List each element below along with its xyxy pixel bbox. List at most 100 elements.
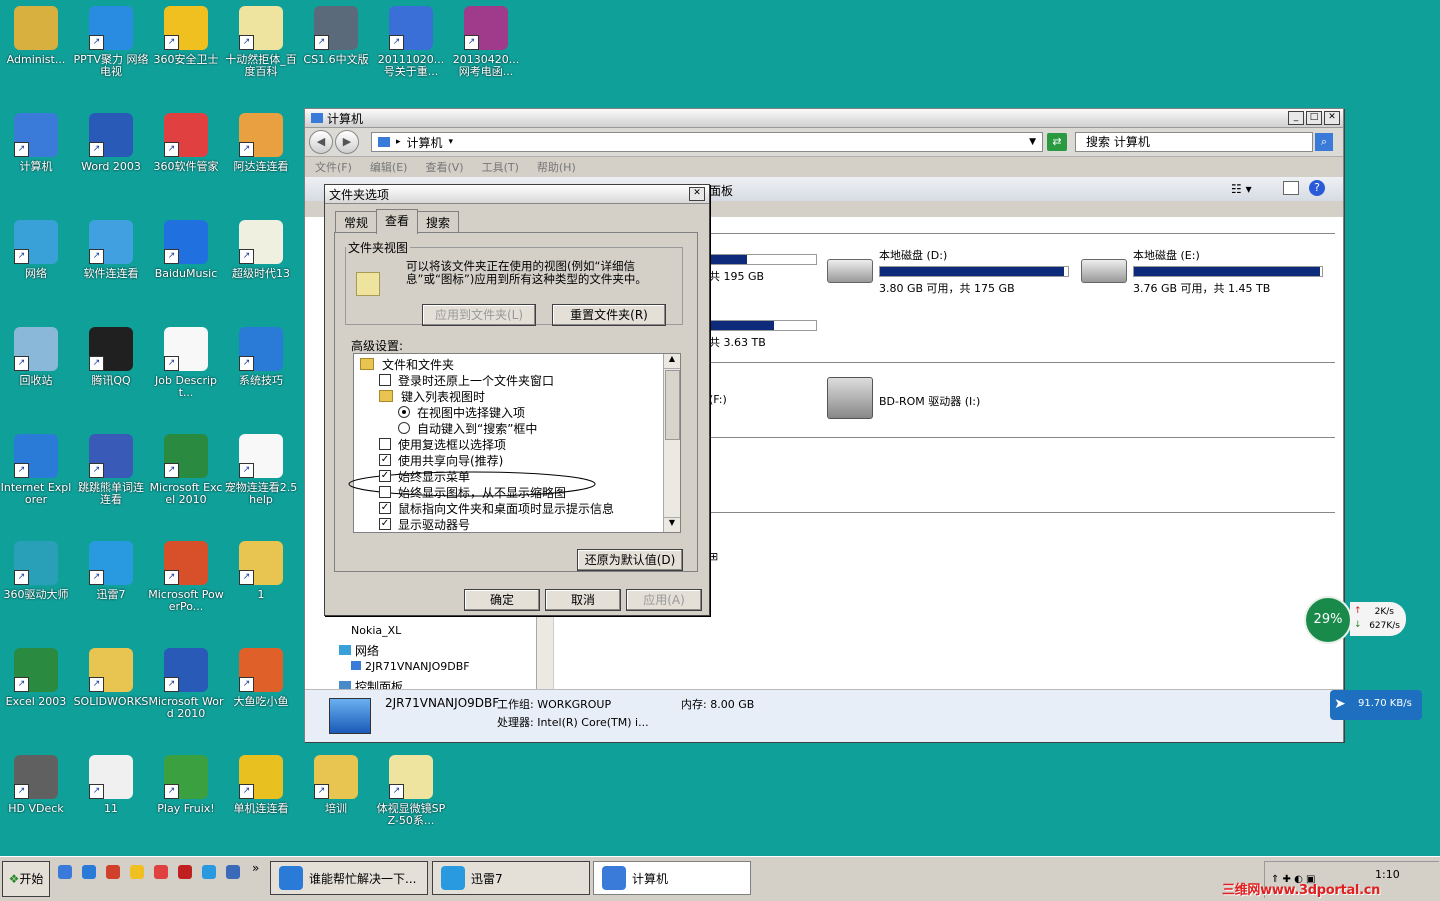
history-dropdown-icon[interactable]: ▼ bbox=[1029, 137, 1036, 147]
dialog-close-button[interactable]: ✕ bbox=[689, 187, 705, 201]
360-safe-icon[interactable] bbox=[130, 865, 144, 879]
checkbox[interactable]: ✓ bbox=[379, 502, 391, 514]
checkbox[interactable] bbox=[379, 374, 391, 386]
360-software-icon[interactable] bbox=[154, 865, 168, 879]
forward-button[interactable]: ▶ bbox=[335, 130, 359, 154]
download-rate-gadget[interactable]: ➤ 91.70 KB/s bbox=[1330, 690, 1422, 720]
calendar-icon[interactable] bbox=[178, 865, 192, 879]
menu-item[interactable]: 查看(V) bbox=[425, 159, 463, 175]
preview-pane-icon[interactable] bbox=[1283, 181, 1299, 195]
cancel-button[interactable]: 取消 bbox=[545, 589, 621, 611]
desktop-icon[interactable]: Administ... bbox=[0, 0, 74, 66]
desktop-icon[interactable]: ↗ Word 2003 bbox=[73, 107, 149, 173]
desktop-icon[interactable]: ↗ HD VDeck bbox=[0, 749, 74, 815]
menu-item[interactable]: 帮助(H) bbox=[537, 159, 576, 175]
quick-launch-overflow[interactable]: » bbox=[252, 861, 259, 875]
menu-item[interactable]: 编辑(E) bbox=[370, 159, 408, 175]
desktop-icon[interactable]: ↗ 体视显微镜SPZ-50系... bbox=[373, 749, 449, 827]
scroll-thumb[interactable] bbox=[665, 370, 680, 440]
desktop-icon[interactable]: ↗ 360驱动大师 bbox=[0, 535, 74, 601]
desktop-icon[interactable]: ↗ PPTV聚力 网络电视 bbox=[73, 0, 149, 78]
desktop-icon[interactable]: ↗ 腾讯QQ bbox=[73, 321, 149, 387]
apply-to-folders-button[interactable]: 应用到文件夹(L) bbox=[422, 304, 536, 326]
advanced-setting-item[interactable]: ✓ 鼠标指向文件夹和桌面项时显示提示信息 bbox=[379, 500, 614, 516]
desktop-icon[interactable]: ↗ 培训 bbox=[298, 749, 374, 815]
advanced-settings-list[interactable]: ▲ ▼ 文件和文件夹 登录时还原上一个文件夹窗口 键入列表视图时 在视图中选择键入项自… bbox=[348, 353, 681, 533]
advanced-setting-item[interactable]: ✓ 使用共享向导(推荐) bbox=[379, 452, 503, 468]
close-button[interactable]: ✕ bbox=[1324, 111, 1340, 125]
browser-icon[interactable] bbox=[202, 865, 216, 879]
nav-scrollbar[interactable] bbox=[536, 613, 553, 689]
desktop-icon[interactable]: ↗ 十动然拒体_百度百科 bbox=[223, 0, 299, 78]
desktop-icon[interactable]: ↗ Microsoft Word 2010 bbox=[148, 642, 224, 720]
show-desktop-icon[interactable] bbox=[58, 865, 72, 879]
desktop-icon[interactable]: ↗ 360安全卫士 bbox=[148, 0, 224, 66]
desktop-icon[interactable]: ↗ Microsoft PowerPo... bbox=[148, 535, 224, 613]
checkbox[interactable] bbox=[379, 438, 391, 450]
desktop-icon[interactable]: ↗ CS1.6中文版 bbox=[298, 0, 374, 66]
tree-item-control-panel[interactable]: 控制面板 bbox=[339, 678, 403, 689]
desktop-icon[interactable]: ↗ 单机连连看 bbox=[223, 749, 299, 815]
chevron-down-icon[interactable]: ▾ bbox=[449, 137, 454, 147]
desktop-icon[interactable]: ↗ 20130420...网考电函... bbox=[448, 0, 524, 78]
desktop-icon[interactable]: ↗ 软件连连看 bbox=[73, 214, 149, 280]
desktop-icon[interactable]: ↗ Play Fruix! bbox=[148, 749, 224, 815]
desktop-icon[interactable]: ↗ 1 bbox=[223, 535, 299, 601]
tree-item-nokia[interactable]: Nokia_XL bbox=[351, 624, 401, 637]
search-input[interactable]: 搜索 计算机 bbox=[1075, 132, 1313, 152]
scroll-up-icon[interactable]: ▲ bbox=[664, 354, 680, 369]
tool-icon[interactable] bbox=[106, 865, 120, 879]
desktop-icon[interactable]: ↗ BaiduMusic bbox=[148, 214, 224, 280]
drive-f[interactable]: (F:) bbox=[709, 393, 727, 406]
desktop-icon[interactable]: ↗ 360软件管家 bbox=[148, 107, 224, 173]
checkbox[interactable]: ✓ bbox=[379, 518, 391, 530]
advanced-setting-item[interactable]: ✓ 始终显示菜单 bbox=[379, 468, 470, 484]
tab-view[interactable]: 查看 bbox=[376, 209, 419, 234]
reset-folders-button[interactable]: 重置文件夹(R) bbox=[552, 304, 666, 326]
desktop-icon[interactable]: ↗ SOLIDWORKS bbox=[73, 642, 149, 708]
desktop-icon[interactable]: ↗ Excel 2003 bbox=[0, 642, 74, 708]
checkbox[interactable] bbox=[379, 486, 391, 498]
drive-extra[interactable]: 共 3.63 TB bbox=[709, 317, 817, 350]
taskbar-button[interactable]: 谁能帮忙解决一下... bbox=[270, 861, 428, 895]
desktop-icon[interactable]: ↗ 计算机 bbox=[0, 107, 74, 173]
desktop-icon[interactable]: ↗ 11 bbox=[73, 749, 149, 815]
ie-icon[interactable] bbox=[82, 865, 96, 879]
desktop-icon[interactable]: ↗ Microsoft Excel 2010 bbox=[148, 428, 224, 506]
refresh-button[interactable]: ⇄ bbox=[1047, 133, 1067, 151]
search-icon[interactable]: ⌕ bbox=[1315, 133, 1333, 151]
desktop-icon[interactable]: ↗ 阿达连连看 bbox=[223, 107, 299, 173]
desktop-icon[interactable]: ↗ Job Descript... bbox=[148, 321, 224, 399]
advanced-setting-item[interactable]: 键入列表视图时 bbox=[379, 388, 485, 404]
menu-item[interactable]: 工具(T) bbox=[482, 159, 519, 175]
advanced-setting-item[interactable]: 自动键入到“搜索”框中 bbox=[398, 420, 537, 436]
desktop-icon[interactable]: ↗ 大鱼吃小鱼 bbox=[223, 642, 299, 708]
desktop-icon[interactable]: ↗ 回收站 bbox=[0, 321, 74, 387]
advanced-setting-item[interactable]: 使用复选框以选择项 bbox=[379, 436, 506, 452]
view-options-icon[interactable]: ☷ ▾ bbox=[1231, 182, 1252, 196]
taskbar-button[interactable]: 迅雷7 bbox=[432, 861, 590, 895]
desktop-icon[interactable]: ↗ 网络 bbox=[0, 214, 74, 280]
desktop-icon[interactable]: ↗ 20111020...号关于重... bbox=[373, 0, 449, 78]
advanced-scrollbar[interactable]: ▲ ▼ bbox=[663, 354, 680, 532]
menu-item[interactable]: 文件(F) bbox=[315, 159, 352, 175]
minimize-button[interactable]: _ bbox=[1288, 111, 1304, 125]
scroll-down-icon[interactable]: ▼ bbox=[664, 517, 680, 532]
advanced-setting-item[interactable]: 始终显示图标，从不显示缩略图 bbox=[379, 484, 566, 500]
dialog-titlebar[interactable]: 文件夹选项 ✕ bbox=[325, 185, 709, 204]
ok-button[interactable]: 确定 bbox=[464, 589, 540, 611]
back-button[interactable]: ◀ bbox=[309, 130, 333, 154]
cmdbar-fragment[interactable]: 面板 bbox=[709, 182, 733, 199]
desktop-icon[interactable]: ↗ 宠物连连看2.5help bbox=[223, 428, 299, 506]
checkbox[interactable]: ✓ bbox=[379, 454, 391, 466]
checkbox[interactable]: ✓ bbox=[379, 470, 391, 482]
tree-item-computer[interactable]: 2JR71VNANJO9DBF bbox=[351, 660, 470, 673]
radio-button[interactable] bbox=[398, 406, 410, 418]
apply-button[interactable]: 应用(A) bbox=[626, 589, 702, 611]
start-button[interactable]: ❖开始 bbox=[2, 861, 50, 897]
radio-button[interactable] bbox=[398, 422, 410, 434]
help-icon[interactable]: ? bbox=[1309, 180, 1325, 196]
advanced-setting-item[interactable]: 在视图中选择键入项 bbox=[398, 404, 525, 420]
tree-item-network[interactable]: 网络 bbox=[339, 642, 379, 659]
desktop-icon[interactable]: ↗ 迅雷7 bbox=[73, 535, 149, 601]
